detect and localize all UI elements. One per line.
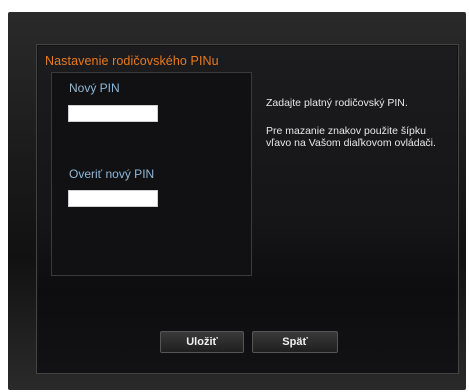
verify-pin-label: Overiť nový PIN — [69, 167, 155, 181]
pin-fields-panel: Nový PIN Overiť nový PIN — [51, 72, 252, 276]
dialog-title: Nastavenie rodičovského PINu — [45, 54, 219, 68]
save-button[interactable]: Uložiť — [160, 331, 244, 353]
back-button[interactable]: Späť — [252, 331, 338, 353]
verify-pin-input[interactable] — [68, 190, 158, 207]
new-pin-label: Nový PIN — [69, 81, 120, 95]
tv-screen: Nastavenie rodičovského PINu Nový PIN Ov… — [8, 12, 466, 390]
new-pin-input[interactable] — [68, 105, 158, 122]
parental-pin-dialog: Nastavenie rodičovského PINu Nový PIN Ov… — [36, 44, 459, 374]
help-text-primary: Zadajte platný rodičovský PIN. — [266, 97, 408, 109]
help-text-secondary: Pre mazanie znakov použite šípku vľavo n… — [266, 125, 436, 149]
